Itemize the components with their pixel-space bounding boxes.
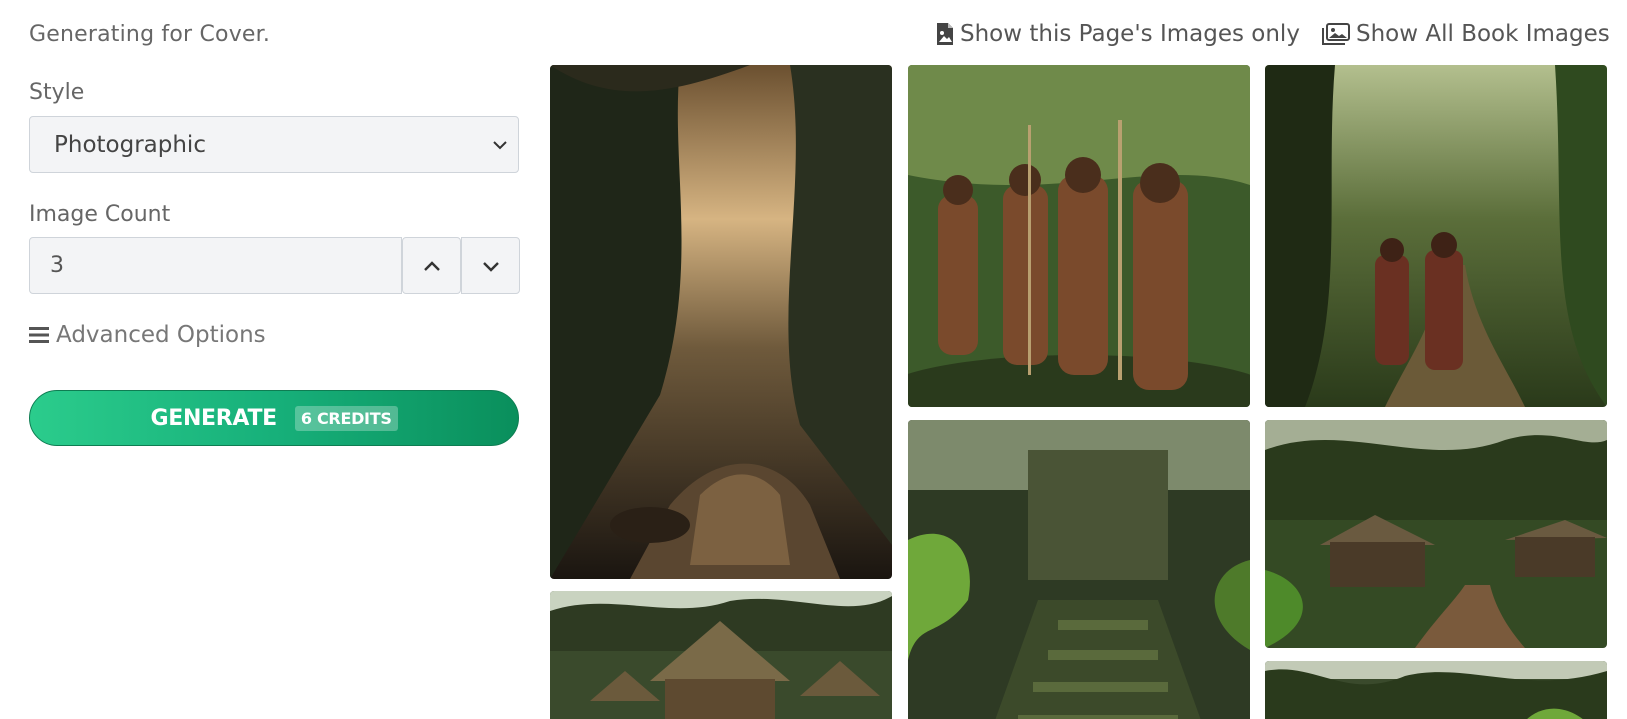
generate-label: GENERATE	[150, 405, 277, 431]
style-label: Style	[29, 80, 85, 105]
decrement-button[interactable]	[461, 237, 520, 294]
chevron-down-icon	[482, 261, 499, 272]
generating-for-text: Generating for Cover.	[29, 22, 271, 47]
credits-badge: 6 CREDITS	[294, 405, 398, 431]
image-count-stepper: 3	[29, 237, 520, 294]
generated-image-tribe[interactable]	[908, 65, 1250, 407]
hamburger-icon	[29, 327, 49, 343]
advanced-options-toggle[interactable]: Advanced Options	[29, 322, 266, 348]
file-image-icon	[937, 23, 953, 45]
generate-button[interactable]: GENERATE 6 CREDITS	[29, 390, 519, 446]
show-all-images-link[interactable]: Show All Book Images	[1322, 21, 1610, 47]
advanced-options-label: Advanced Options	[56, 322, 266, 348]
generated-image-river[interactable]	[550, 65, 892, 579]
show-all-images-label: Show All Book Images	[1356, 21, 1610, 47]
generated-image-village-path[interactable]	[1265, 420, 1607, 648]
chevron-up-icon	[423, 260, 440, 271]
generated-image-warriors[interactable]	[1265, 65, 1607, 407]
show-page-images-link[interactable]: Show this Page's Images only	[936, 21, 1300, 47]
style-select[interactable]: Photographic	[29, 116, 519, 173]
increment-button[interactable]	[402, 237, 461, 294]
image-count-input[interactable]: 3	[29, 237, 402, 294]
style-select-value: Photographic	[54, 131, 206, 158]
image-count-label: Image Count	[29, 202, 171, 227]
generated-image-palms[interactable]	[1265, 661, 1607, 719]
generated-image-hut[interactable]	[550, 591, 892, 719]
show-page-images-label: Show this Page's Images only	[960, 21, 1300, 47]
image-generator-page: Generating for Cover. Style Photographic…	[0, 0, 1627, 719]
chevron-down-icon	[493, 141, 507, 150]
generated-image-ruins[interactable]	[908, 420, 1250, 719]
images-icon	[1322, 23, 1350, 45]
